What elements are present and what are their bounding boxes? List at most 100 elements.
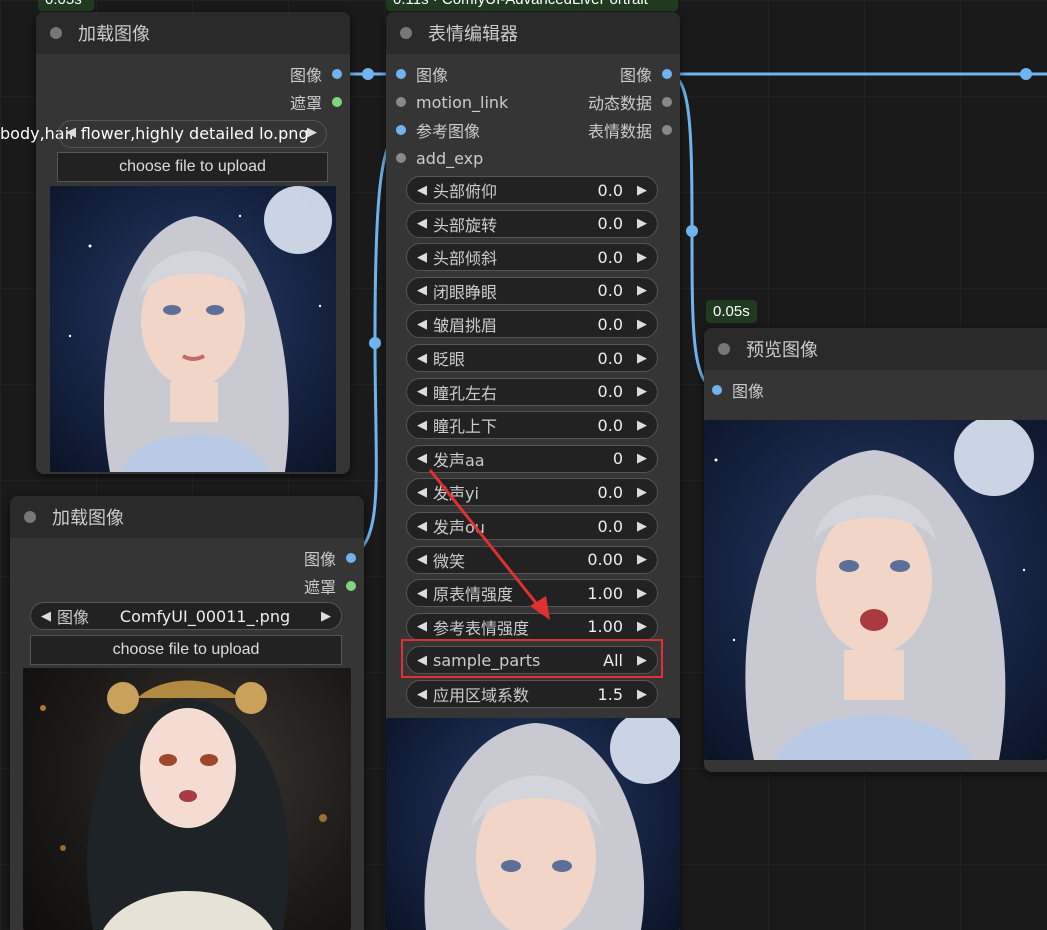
widget--[interactable]: ◀ 微笑 0.00 ▶ bbox=[406, 545, 658, 574]
left-arrow-icon[interactable]: ◀ bbox=[41, 609, 51, 624]
left-arrow-icon[interactable]: ◀ bbox=[417, 519, 427, 534]
expression-editor-node[interactable]: 表情编辑器 图像 motion_link 参考图像 add_exp 图像 动态数… bbox=[386, 12, 680, 930]
output-slot-mask[interactable]: 遮罩 bbox=[290, 88, 342, 116]
slot-connector[interactable] bbox=[662, 125, 672, 135]
right-arrow-icon[interactable]: ▶ bbox=[637, 317, 647, 332]
slot-connector[interactable] bbox=[396, 125, 406, 135]
widget-value[interactable]: 0.0 bbox=[598, 382, 623, 401]
widget--aa[interactable]: ◀ 发声aa 0 ▶ bbox=[406, 444, 658, 473]
right-arrow-icon[interactable]: ▶ bbox=[637, 384, 647, 399]
widget-value[interactable]: 0.0 bbox=[598, 214, 623, 233]
left-arrow-icon[interactable]: ◀ bbox=[417, 619, 427, 634]
node-header[interactable]: 加载图像 bbox=[36, 12, 350, 54]
left-arrow-icon[interactable]: ◀ bbox=[417, 418, 427, 433]
left-arrow-icon[interactable]: ◀ bbox=[417, 485, 427, 500]
widget-value[interactable]: 0.0 bbox=[598, 517, 623, 536]
node-status-dot[interactable] bbox=[718, 343, 730, 355]
right-arrow-icon[interactable]: ▶ bbox=[637, 519, 647, 534]
widget-value[interactable]: 0.0 bbox=[598, 248, 623, 267]
widget--[interactable]: ◀ 应用区域系数 1.5 ▶ bbox=[406, 680, 658, 708]
slot-connector[interactable] bbox=[346, 553, 356, 563]
left-arrow-icon[interactable]: ◀ bbox=[66, 125, 76, 140]
left-arrow-icon[interactable]: ◀ bbox=[417, 586, 427, 601]
left-arrow-icon[interactable]: ◀ bbox=[417, 250, 427, 265]
right-arrow-icon[interactable]: ▶ bbox=[637, 216, 647, 231]
left-arrow-icon[interactable]: ◀ bbox=[417, 653, 427, 668]
widget--[interactable]: ◀ 瞳孔上下 0.0 ▶ bbox=[406, 411, 658, 440]
output-slot-mask[interactable]: 遮罩 bbox=[304, 572, 356, 600]
widget--[interactable]: ◀ 头部旋转 0.0 ▶ bbox=[406, 209, 658, 238]
input-slot-reference-image[interactable]: 参考图像 bbox=[396, 116, 480, 144]
input-slot-image[interactable]: 图像 bbox=[712, 376, 764, 404]
widget-value[interactable]: 0.0 bbox=[598, 483, 623, 502]
left-arrow-icon[interactable]: ◀ bbox=[417, 687, 427, 702]
widget-value[interactable]: 0.0 bbox=[598, 281, 623, 300]
right-arrow-icon[interactable]: ▶ bbox=[637, 351, 647, 366]
load-image-node-2[interactable]: 加载图像 图像 遮罩 ◀ 图像 ComfyUI_00011_.png ▶ cho… bbox=[10, 496, 364, 930]
widget-value[interactable]: 0.00 bbox=[587, 550, 623, 569]
left-arrow-icon[interactable]: ◀ bbox=[417, 351, 427, 366]
right-arrow-icon[interactable]: ▶ bbox=[321, 609, 331, 624]
left-arrow-icon[interactable]: ◀ bbox=[417, 451, 427, 466]
left-arrow-icon[interactable]: ◀ bbox=[417, 216, 427, 231]
slot-connector[interactable] bbox=[346, 581, 356, 591]
node-header[interactable]: 表情编辑器 bbox=[386, 12, 680, 54]
input-slot-add-exp[interactable]: add_exp bbox=[396, 144, 483, 172]
preview-image-node[interactable]: 预览图像 图像 bbox=[704, 328, 1047, 772]
widget-value[interactable]: 0.0 bbox=[598, 416, 623, 435]
image-combo-widget-1[interactable]: body,hair flower,highly detailed lo.png … bbox=[0, 120, 327, 148]
right-arrow-icon[interactable]: ▶ bbox=[637, 687, 647, 702]
right-arrow-icon[interactable]: ▶ bbox=[637, 250, 647, 265]
right-arrow-icon[interactable]: ▶ bbox=[637, 485, 647, 500]
slot-connector[interactable] bbox=[662, 97, 672, 107]
image-combo-widget-2[interactable]: ◀ 图像 ComfyUI_00011_.png ▶ bbox=[30, 602, 342, 630]
upload-button-2[interactable]: choose file to upload bbox=[30, 635, 342, 665]
left-arrow-icon[interactable]: ◀ bbox=[417, 552, 427, 567]
slot-connector[interactable] bbox=[332, 97, 342, 107]
widget--yi[interactable]: ◀ 发声yi 0.0 ▶ bbox=[406, 478, 658, 507]
right-arrow-icon[interactable]: ▶ bbox=[637, 653, 647, 668]
right-arrow-icon[interactable]: ▶ bbox=[637, 183, 647, 198]
right-arrow-icon[interactable]: ▶ bbox=[637, 283, 647, 298]
slot-connector[interactable] bbox=[396, 97, 406, 107]
widget-value[interactable]: 0.0 bbox=[598, 349, 623, 368]
slot-connector[interactable] bbox=[396, 69, 406, 79]
slot-connector[interactable] bbox=[662, 69, 672, 79]
output-slot-expression-data[interactable]: 表情数据 bbox=[588, 116, 672, 144]
widget-value[interactable]: All bbox=[603, 651, 623, 670]
node-status-dot[interactable] bbox=[24, 511, 36, 523]
slot-connector[interactable] bbox=[396, 153, 406, 163]
upload-button-1[interactable]: choose file to upload bbox=[57, 152, 328, 182]
widget-value[interactable]: 0.0 bbox=[598, 181, 623, 200]
right-arrow-icon[interactable]: ▶ bbox=[637, 619, 647, 634]
right-arrow-icon[interactable]: ▶ bbox=[637, 552, 647, 567]
left-arrow-icon[interactable]: ◀ bbox=[417, 183, 427, 198]
right-arrow-icon[interactable]: ▶ bbox=[307, 125, 317, 140]
input-slot-motion-link[interactable]: motion_link bbox=[396, 88, 508, 116]
node-status-dot[interactable] bbox=[50, 27, 62, 39]
left-arrow-icon[interactable]: ◀ bbox=[417, 283, 427, 298]
widget--[interactable]: ◀ 参考表情强度 1.00 ▶ bbox=[406, 612, 658, 641]
output-slot-image[interactable]: 图像 bbox=[304, 544, 356, 572]
widget--[interactable]: ◀ 瞳孔左右 0.0 ▶ bbox=[406, 377, 658, 406]
node-header[interactable]: 加载图像 bbox=[10, 496, 364, 538]
widget--[interactable]: ◀ 头部倾斜 0.0 ▶ bbox=[406, 243, 658, 272]
widget-sample-parts[interactable]: ◀ sample_parts All ▶ bbox=[406, 646, 658, 675]
widget-value[interactable]: 1.00 bbox=[587, 617, 623, 636]
widget-value[interactable]: 1.00 bbox=[587, 584, 623, 603]
widget-value[interactable]: 0 bbox=[613, 449, 623, 468]
left-arrow-icon[interactable]: ◀ bbox=[417, 384, 427, 399]
node-status-dot[interactable] bbox=[400, 27, 412, 39]
output-slot-motion-data[interactable]: 动态数据 bbox=[588, 88, 672, 116]
input-slot-image[interactable]: 图像 bbox=[396, 60, 448, 88]
widget-value[interactable]: 0.0 bbox=[598, 315, 623, 334]
node-header[interactable]: 预览图像 bbox=[704, 328, 1047, 370]
slot-connector[interactable] bbox=[332, 69, 342, 79]
right-arrow-icon[interactable]: ▶ bbox=[637, 418, 647, 433]
left-arrow-icon[interactable]: ◀ bbox=[417, 317, 427, 332]
widget--[interactable]: ◀ 眨眼 0.0 ▶ bbox=[406, 344, 658, 372]
output-slot-image[interactable]: 图像 bbox=[290, 60, 342, 88]
output-slot-image[interactable]: 图像 bbox=[620, 60, 672, 88]
right-arrow-icon[interactable]: ▶ bbox=[637, 586, 647, 601]
widget--[interactable]: ◀ 原表情强度 1.00 ▶ bbox=[406, 579, 658, 608]
